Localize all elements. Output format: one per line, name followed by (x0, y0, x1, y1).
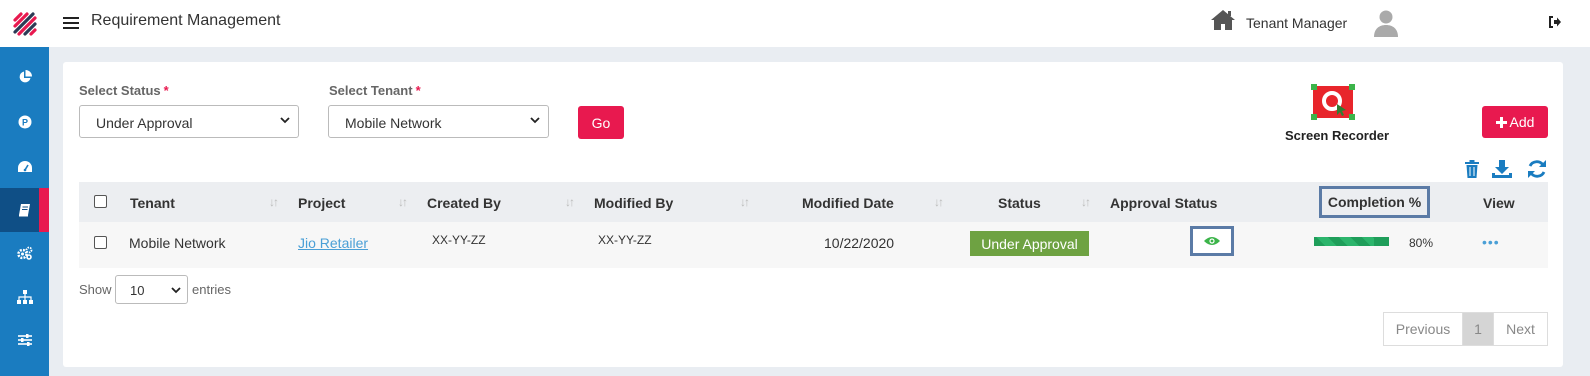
sidebar-item-parking[interactable]: P (0, 100, 49, 144)
add-button-label: Add (1509, 114, 1535, 130)
avatar[interactable] (1373, 9, 1399, 37)
col-approval-status[interactable]: Approval Status (1110, 195, 1217, 211)
entries-label: entries (192, 282, 232, 297)
trash-icon[interactable] (1464, 160, 1480, 178)
parking-icon: P (18, 115, 31, 129)
col-view[interactable]: View (1483, 195, 1515, 211)
chevron-down-icon (280, 117, 290, 124)
completion-progress-bar (1314, 237, 1389, 246)
col-modified-by[interactable]: Modified By (594, 195, 673, 211)
download-icon[interactable] (1492, 160, 1512, 178)
previous-page-button[interactable]: Previous (1383, 312, 1463, 346)
sidebar-item-reports[interactable] (0, 55, 49, 99)
dashboard-icon (17, 161, 32, 172)
sort-icon[interactable]: ↓↑ (565, 195, 575, 209)
menu-toggle-icon[interactable] (63, 14, 79, 30)
sort-icon[interactable]: ↓↑ (1081, 195, 1091, 209)
sort-icon[interactable]: ↓↑ (934, 195, 944, 209)
col-modified-date[interactable]: Modified Date (802, 195, 894, 211)
gears-icon (16, 246, 32, 260)
page-1-button[interactable]: 1 (1462, 312, 1494, 346)
sort-icon[interactable]: ↓↑ (398, 195, 408, 209)
table-header: Tenant ↓↑ Project ↓↑ Created By ↓↑ Modif… (79, 182, 1548, 222)
sliders-icon (17, 334, 32, 346)
refresh-icon[interactable] (1527, 160, 1547, 178)
table-row: Mobile Network Jio Retailer XX-YY-ZZ XX-… (79, 222, 1548, 268)
col-tenant[interactable]: Tenant (130, 195, 175, 211)
user-name[interactable]: Tenant Manager (1246, 15, 1347, 31)
cell-project-link[interactable]: Jio Retailer (298, 235, 368, 251)
top-bar: Requirement Management Tenant Manager (49, 0, 1590, 47)
completion-percent: 80% (1409, 236, 1434, 250)
cell-modified-date: 10/22/2020 (824, 235, 895, 251)
sidebar-item-hierarchy[interactable] (0, 275, 49, 319)
completion-progress-fill (1314, 237, 1374, 246)
row-checkbox[interactable] (94, 236, 107, 249)
plus-icon (1495, 116, 1507, 128)
chevron-down-icon (171, 287, 181, 294)
eye-icon (1204, 237, 1220, 245)
home-icon[interactable] (1210, 9, 1236, 31)
cell-tenant: Mobile Network (129, 235, 226, 251)
approval-view-button[interactable] (1190, 226, 1234, 256)
requirements-card: Select Status * Under Approval Select Ten… (63, 62, 1563, 367)
screen-recorder-label[interactable]: Screen Recorder (1285, 128, 1389, 143)
sidebar-item-filters[interactable] (0, 318, 49, 362)
sidebar-item-requirements[interactable] (0, 188, 49, 232)
show-label: Show (79, 282, 112, 297)
col-completion-highlight[interactable]: Completion % (1319, 186, 1430, 218)
svg-text:P: P (21, 118, 27, 128)
go-button[interactable]: Go (578, 106, 624, 139)
sidebar: P (0, 0, 49, 376)
pie-chart-icon (19, 70, 32, 83)
status-select[interactable]: Under Approval (79, 105, 299, 138)
next-page-button[interactable]: Next (1493, 312, 1548, 346)
col-completion: Completion % (1327, 194, 1422, 210)
chevron-down-icon (530, 117, 540, 124)
entries-select[interactable]: 10 (115, 275, 188, 304)
view-more-icon[interactable]: ••• (1482, 234, 1500, 250)
tenant-filter-label: Select Tenant * (329, 83, 421, 98)
logout-icon[interactable] (1548, 16, 1561, 28)
sitemap-icon (16, 290, 33, 304)
status-badge: Under Approval (970, 231, 1089, 256)
brand-logo[interactable] (0, 0, 49, 47)
col-project[interactable]: Project (298, 195, 345, 211)
screen-recorder-icon[interactable] (1311, 84, 1355, 120)
sidebar-item-dashboard[interactable] (0, 145, 49, 189)
cell-modified-by: XX-YY-ZZ (598, 233, 652, 247)
tenant-select[interactable]: Mobile Network (328, 105, 549, 138)
status-filter-label: Select Status * (79, 83, 169, 98)
select-all-checkbox[interactable] (94, 195, 107, 208)
col-status[interactable]: Status (998, 195, 1041, 211)
brand-logo-icon (12, 11, 37, 36)
sort-icon[interactable]: ↓↑ (269, 195, 279, 209)
add-button[interactable]: Add (1482, 106, 1548, 138)
sort-icon[interactable]: ↓↑ (740, 195, 750, 209)
page-title: Requirement Management (91, 12, 281, 29)
sidebar-item-settings[interactable] (0, 231, 49, 275)
col-created-by[interactable]: Created By (427, 195, 501, 211)
cell-created-by: XX-YY-ZZ (432, 233, 486, 247)
book-icon (18, 204, 30, 217)
